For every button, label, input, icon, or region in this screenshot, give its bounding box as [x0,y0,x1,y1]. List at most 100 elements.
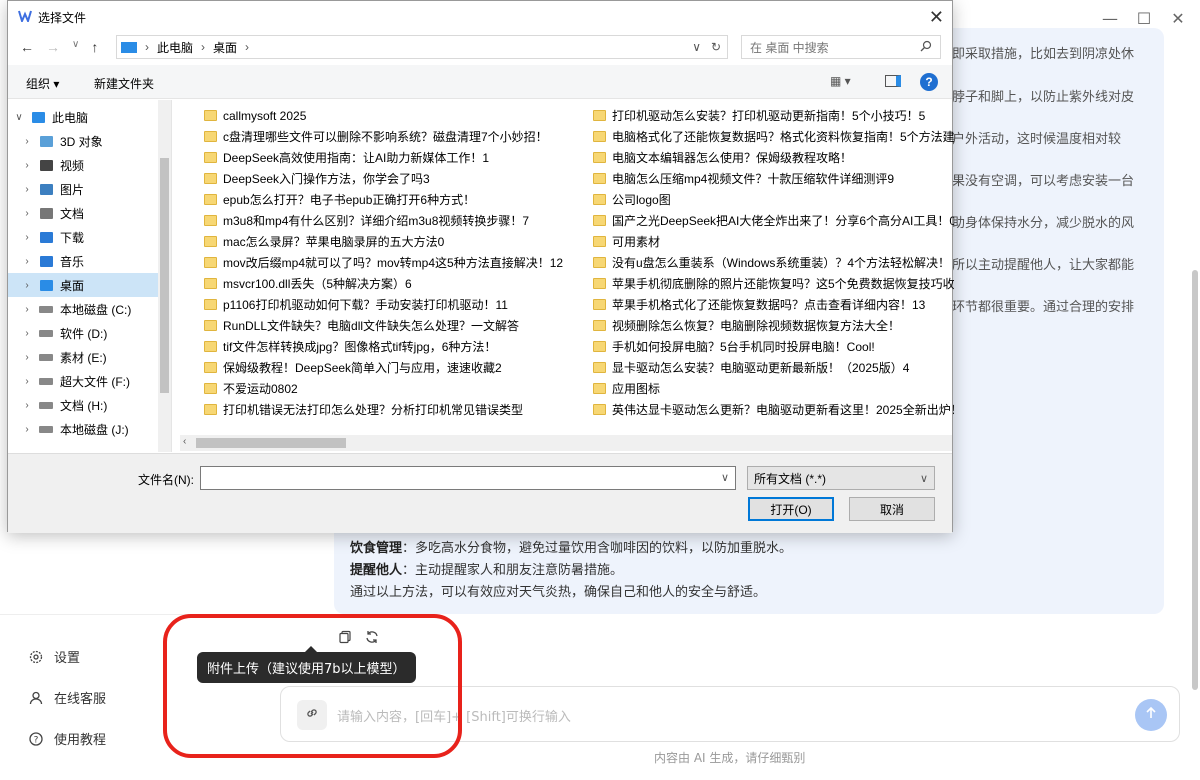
chevron-right-icon[interactable]: › [20,232,34,243]
file-list-scrollbar[interactable]: ‹ [180,435,952,451]
nav-item[interactable]: › 本地磁盘 (C:) [8,297,171,321]
breadcrumb-item[interactable]: 此电脑 [157,39,193,56]
folder-icon [593,341,606,352]
nav-item[interactable]: › 文档 (H:) [8,393,171,417]
nav-item[interactable]: › 下载 [8,225,171,249]
file-list-item[interactable]: 没有u盘怎么重装系（Windows系统重装）？4个方法轻松解决！ [593,252,954,273]
file-list-item[interactable]: 显卡驱动怎么安装？电脑驱动更新最新版！（2025版）4 [593,357,954,378]
file-list-item[interactable]: 苹果手机格式化了还能恢复数据吗？点击查看详细内容！13 [593,294,954,315]
answer-line: 通过以上方法，可以有效应对天气炎热，确保自己和他人的安全与舒适。 [350,585,767,600]
nav-item[interactable]: › 超大文件 (F:) [8,369,171,393]
nav-item[interactable]: › 素材 (E:) [8,345,171,369]
help-icon[interactable]: ? [920,73,938,91]
maximize-icon[interactable]: ☐ [1136,10,1152,28]
chevron-right-icon[interactable]: › [20,256,34,267]
file-list-item[interactable]: c盘清理哪些文件可以删除不影响系统？磁盘清理7个小妙招！ [204,126,563,147]
open-button[interactable]: 打开(O) [748,497,834,521]
send-button[interactable] [1135,699,1167,731]
nav-item[interactable]: › 3D 对象 [8,129,171,153]
nav-item[interactable]: › 桌面 [8,273,171,297]
file-list-item[interactable]: RunDLL文件缺失？电脑dll文件缺失怎么处理？一文解答 [204,315,563,336]
nav-item[interactable]: ∨ 此电脑 [8,105,171,129]
chevron-right-icon[interactable]: › [20,304,34,315]
view-options-icon[interactable]: ▦ ▾ [830,74,851,88]
nav-item-label: 图片 [60,182,85,197]
chevron-left-icon[interactable]: ‹ [183,436,186,447]
nav-item[interactable]: › 视频 [8,153,171,177]
sidebar-item-label: 使用教程 [54,733,107,748]
organize-menu[interactable]: 组织 ▾ [26,75,59,92]
chevron-right-icon[interactable]: › [20,136,34,147]
chevron-right-icon[interactable]: › [20,208,34,219]
chevron-right-icon[interactable]: › [20,184,34,195]
file-list-item[interactable]: m3u8和mp4有什么区别？详细介绍m3u8视频转换步骤！7 [204,210,563,231]
back-icon[interactable]: ← [20,39,34,55]
file-list-item[interactable]: 电脑怎么压缩mp4视频文件？十款压缩软件详细测评9 [593,168,954,189]
dialog-toolbar: 组织 ▾ 新建文件夹 ▦ ▾ ? [8,65,952,99]
file-list-item[interactable]: 英伟达显卡驱动怎么更新？电脑驱动更新看这里！2025全新出炉！ [593,399,954,420]
chat-scrollbar[interactable] [1192,270,1198,690]
filename-input[interactable]: ∨ [200,466,736,490]
file-list-item[interactable]: p1106打印机驱动如何下载？手动安装打印机驱动！11 [204,294,563,315]
chevron-down-icon[interactable]: ∨ [721,471,729,484]
cancel-button[interactable]: 取消 [849,497,935,521]
chevron-right-icon[interactable]: › [20,400,34,411]
search-input[interactable]: 在 桌面 中搜索 [741,35,941,59]
chevron-right-icon[interactable]: › [20,352,34,363]
file-list-item[interactable]: epub怎么打开？电子书epub正确打开6种方式！ [204,189,563,210]
file-list-item[interactable]: 国产之光DeepSeek把AI大佬全炸出来了！分享6个高分AI工具！0 [593,210,954,231]
file-list-item[interactable]: 手机如何投屏电脑？5台手机同时投屏电脑！Cool! [593,336,954,357]
file-list-item[interactable]: 公司logo图 [593,189,954,210]
file-list-item[interactable]: tif文件怎样转换成jpg？图像格式tif转jpg，6种方法！ [204,336,563,357]
file-list-item[interactable]: 保姆级教程！DeepSeek简单入门与应用，速速收藏2 [204,357,563,378]
nav-item[interactable]: › 软件 (D:) [8,321,171,345]
recent-dropdown-icon[interactable]: ∨ [72,39,79,55]
file-list-item[interactable]: 应用图标 [593,378,954,399]
preview-pane-icon[interactable] [885,75,901,87]
chevron-right-icon[interactable]: › [20,328,34,339]
file-list-item[interactable]: 打印机错误无法打印怎么处理？分析打印机常见错误类型 [204,399,563,420]
close-icon[interactable]: ✕ [929,7,944,28]
file-list-item[interactable]: mov改后缀mp4就可以了吗？mov转mp4这5种方法直接解决！12 [204,252,563,273]
file-list-item[interactable]: 打印机驱动怎么安装？打印机驱动更新指南！5个小技巧！5 [593,105,954,126]
file-list-item[interactable]: callmysoft 2025 [204,105,563,126]
nav-item[interactable]: › 图片 [8,177,171,201]
minimize-icon[interactable]: — [1102,10,1118,28]
file-list-item[interactable]: 可用素材 [593,231,954,252]
file-list-item[interactable]: msvcr100.dll丢失（5种解决方案）6 [204,273,563,294]
up-icon[interactable]: ↑ [91,39,98,55]
nav-item[interactable]: › 本地磁盘 (J:) [8,417,171,441]
sidebar-item-support[interactable]: 在线客服 [28,677,106,718]
forward-icon[interactable]: → [46,39,60,55]
close-icon[interactable]: ✕ [1170,10,1186,28]
folder-icon [593,173,606,184]
nav-item[interactable]: › 文档 [8,201,171,225]
file-list-item[interactable]: 电脑文本编辑器怎么使用？保姆级教程攻略！ [593,147,954,168]
file-list-item[interactable]: mac怎么录屏？苹果电脑录屏的五大方法0 [204,231,563,252]
file-list-item[interactable]: DeepSeek高效使用指南：让AI助力新媒体工作！1 [204,147,563,168]
file-list-item[interactable]: 视频删除怎么恢复？电脑删除视频数据恢复方法大全！ [593,315,954,336]
nav-scrollbar[interactable] [158,100,171,452]
nav-item[interactable]: › 音乐 [8,249,171,273]
refresh-icon[interactable]: ↻ [711,40,721,54]
filetype-select[interactable]: 所有文档 (*.*) ∨ [747,466,935,490]
scroll-thumb[interactable] [196,438,346,448]
file-list-item[interactable]: 电脑格式化了还能恢复数据吗？格式化资料恢复指南！5个方法建议 [593,126,954,147]
answer-line: 饮食管理：多吃高水分食物，避免过量饮用含咖啡因的饮料，以防加重脱水。 [350,541,793,556]
folder-icon [593,215,606,226]
chevron-right-icon[interactable]: › [20,424,34,435]
new-folder-button[interactable]: 新建文件夹 [94,75,154,92]
file-name: 电脑怎么压缩mp4视频文件？十款压缩软件详细测评9 [612,172,895,186]
address-bar[interactable]: › 此电脑 › 桌面 › ∨ ↻ [116,35,728,59]
file-list-item[interactable]: DeepSeek入门操作方法，你学会了吗3 [204,168,563,189]
sidebar-item-settings[interactable]: 设置 [28,636,106,677]
chevron-down-icon[interactable]: ∨ [692,40,701,54]
chevron-right-icon[interactable]: › [20,376,34,387]
file-list-item[interactable]: 不爱运动0802 [204,378,563,399]
chevron-right-icon[interactable]: › [20,280,34,291]
sidebar-item-tutorial[interactable]: ? 使用教程 [28,718,106,759]
chevron-right-icon[interactable]: › [20,160,34,171]
chevron-down-icon[interactable]: ∨ [12,112,26,123]
file-list-item[interactable]: 苹果手机彻底删除的照片还能恢复吗？这5个免费数据恢复技巧收好 [593,273,954,294]
breadcrumb-item[interactable]: 桌面 [213,39,237,56]
